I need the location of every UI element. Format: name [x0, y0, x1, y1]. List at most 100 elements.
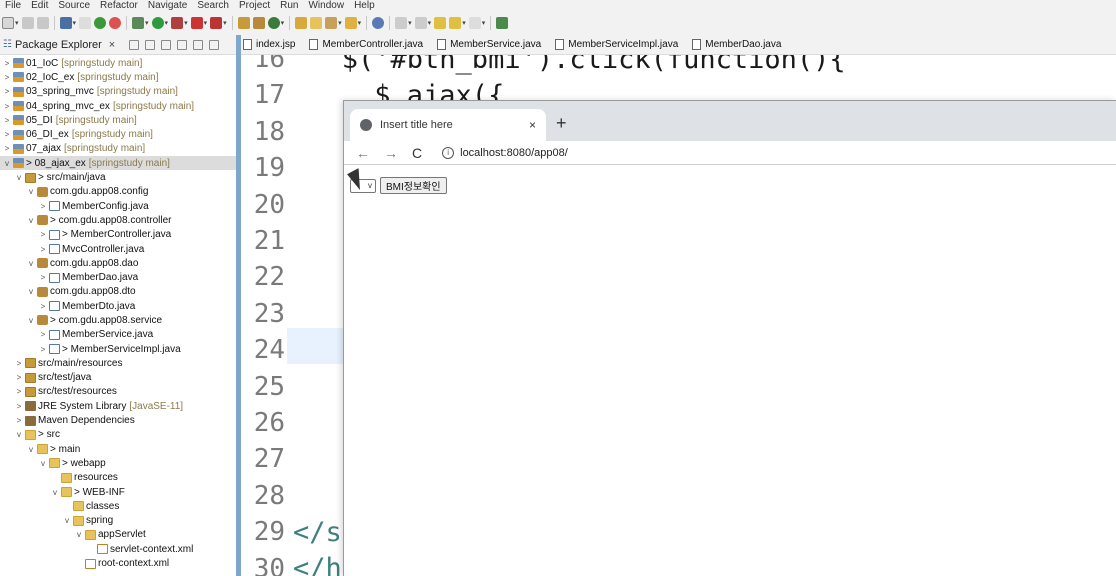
collapsed-arrow-icon[interactable]: >	[2, 73, 12, 82]
collapsed-arrow-icon[interactable]: >	[38, 330, 48, 339]
tree-item[interactable]: >03_spring_mvc [springstudy main]	[0, 85, 236, 99]
minimize-icon[interactable]	[193, 39, 204, 50]
collapsed-arrow-icon[interactable]: >	[38, 302, 48, 311]
menu-refactor[interactable]: Refactor	[95, 0, 143, 11]
external-tools-icon[interactable]	[210, 17, 223, 29]
expanded-arrow-icon[interactable]: v	[38, 459, 48, 468]
tree-item[interactable]: > MemberConfig.java	[0, 199, 236, 213]
menu-source[interactable]: Source	[53, 0, 95, 11]
collapsed-arrow-icon[interactable]: >	[14, 373, 24, 382]
bmi-info-button[interactable]: BMI정보확인	[380, 177, 447, 194]
new-tab-icon[interactable]: +	[556, 113, 567, 134]
back-arrow-icon[interactable]: ←	[356, 145, 370, 161]
prev-annotation-icon[interactable]	[414, 17, 427, 29]
menu-search[interactable]: Search	[192, 0, 234, 11]
tree-item[interactable]: v > 08_ajax_ex [springstudy main]	[0, 156, 236, 171]
editor-tab[interactable]: MemberService.java	[437, 39, 555, 50]
menu-project[interactable]: Project	[234, 0, 275, 11]
editor-tab[interactable]: MemberDao.java	[692, 39, 795, 50]
tree-item[interactable]: v > src/main/java	[0, 170, 236, 184]
tree-item[interactable]: >07_ajax [springstudy main]	[0, 142, 236, 156]
forward-arrow-icon[interactable]: →	[384, 145, 398, 161]
editor-tab[interactable]: index.jsp	[241, 39, 309, 50]
collapsed-arrow-icon[interactable]: >	[14, 402, 24, 411]
tree-item[interactable]: > src/main/resources	[0, 356, 236, 370]
reload-icon[interactable]: C	[412, 145, 422, 161]
back-icon[interactable]	[449, 17, 462, 29]
tree-item[interactable]: >06_DI_ex [springstudy main]	[0, 127, 236, 141]
tree-item[interactable]: >02_IoC_ex [springstudy main]	[0, 70, 236, 84]
open-folder-icon[interactable]	[310, 17, 323, 29]
collapsed-arrow-icon[interactable]: >	[2, 87, 12, 96]
tree-item[interactable]: > MemberService.java	[0, 328, 236, 342]
expanded-arrow-icon[interactable]: v	[14, 173, 24, 182]
tree-item[interactable]: v appServlet	[0, 528, 236, 542]
collapsed-arrow-icon[interactable]: >	[38, 245, 48, 254]
new-java-project-icon[interactable]	[237, 17, 250, 29]
tree-item[interactable]: > MemberDto.java	[0, 299, 236, 313]
collapsed-arrow-icon[interactable]: >	[14, 416, 24, 425]
menu-help[interactable]: Help	[349, 0, 380, 11]
tree-item[interactable]: servlet-context.xml	[0, 542, 236, 556]
expanded-arrow-icon[interactable]: v	[26, 216, 36, 225]
open-type-icon[interactable]	[295, 17, 308, 29]
pin-editor-icon[interactable]	[496, 17, 509, 29]
collapsed-arrow-icon[interactable]: >	[38, 230, 48, 239]
tree-item[interactable]: >04_spring_mvc_ex [springstudy main]	[0, 99, 236, 113]
expanded-arrow-icon[interactable]: v	[2, 159, 12, 168]
tree-item[interactable]: v > WEB-INF	[0, 485, 236, 499]
tree-item[interactable]: v com.gdu.app08.dao	[0, 256, 236, 270]
tab-package-explorer[interactable]: ☷ Package Explorer ×	[3, 39, 115, 51]
server-start-icon[interactable]	[94, 17, 107, 29]
browser-tab[interactable]: Insert title here ×	[350, 109, 546, 141]
expanded-arrow-icon[interactable]: v	[50, 488, 60, 497]
close-icon[interactable]: ×	[109, 39, 115, 51]
skip-breakpoints-icon[interactable]	[79, 17, 92, 29]
editor-tab[interactable]: MemberController.java	[309, 39, 437, 50]
tree-item[interactable]: v > main	[0, 442, 236, 456]
collapsed-arrow-icon[interactable]: >	[2, 102, 12, 111]
tree-item[interactable]: >05_DI [springstudy main]	[0, 113, 236, 127]
tree-item[interactable]: >01_IoC [springstudy main]	[0, 56, 236, 70]
collapsed-arrow-icon[interactable]: >	[38, 273, 48, 282]
collapsed-arrow-icon[interactable]: >	[38, 345, 48, 354]
collapsed-arrow-icon[interactable]: >	[2, 59, 12, 68]
new-icon[interactable]	[2, 17, 14, 29]
collapsed-arrow-icon[interactable]: >	[14, 387, 24, 396]
editor-tab[interactable]: MemberServiceImpl.java	[555, 39, 692, 50]
save-icon[interactable]	[21, 17, 34, 29]
expanded-arrow-icon[interactable]: v	[26, 187, 36, 196]
tree-item[interactable]: v > com.gdu.app08.service	[0, 313, 236, 327]
refresh-icon[interactable]	[109, 17, 122, 29]
forward-icon[interactable]	[468, 17, 481, 29]
expanded-arrow-icon[interactable]: v	[62, 516, 72, 525]
site-info-icon[interactable]: i	[442, 146, 455, 159]
debug-icon[interactable]	[132, 17, 145, 29]
menu-window[interactable]: Window	[303, 0, 349, 11]
tree-item[interactable]: > JRE System Library [JavaSE-11]	[0, 399, 236, 413]
expanded-arrow-icon[interactable]: v	[26, 445, 36, 454]
collapse-all-icon[interactable]	[129, 39, 140, 50]
expanded-arrow-icon[interactable]: v	[74, 530, 84, 539]
collapsed-arrow-icon[interactable]: >	[2, 130, 12, 139]
collapsed-arrow-icon[interactable]: >	[2, 116, 12, 125]
globe-icon[interactable]	[372, 17, 385, 29]
menu-run[interactable]: Run	[275, 0, 303, 11]
last-edit-icon[interactable]	[434, 17, 447, 29]
search-icon[interactable]	[325, 17, 338, 29]
tree-item[interactable]: v > webapp	[0, 456, 236, 470]
view-menu-icon[interactable]	[177, 39, 188, 50]
tree-item[interactable]: classes	[0, 499, 236, 513]
new-class-icon[interactable]	[267, 17, 280, 29]
link-editor-icon[interactable]	[145, 39, 156, 50]
tree-item[interactable]: > > MemberController.java	[0, 228, 236, 242]
expanded-arrow-icon[interactable]: v	[26, 316, 36, 325]
new-package-icon[interactable]	[252, 17, 265, 29]
collapsed-arrow-icon[interactable]: >	[38, 202, 48, 211]
tree-item[interactable]: v > src	[0, 428, 236, 442]
menu-navigate[interactable]: Navigate	[143, 0, 192, 11]
terminal-icon[interactable]	[59, 17, 72, 29]
tree-item[interactable]: root-context.xml	[0, 556, 236, 570]
next-annotation-icon[interactable]	[395, 17, 408, 29]
tree-item[interactable]: > > MemberServiceImpl.java	[0, 342, 236, 356]
